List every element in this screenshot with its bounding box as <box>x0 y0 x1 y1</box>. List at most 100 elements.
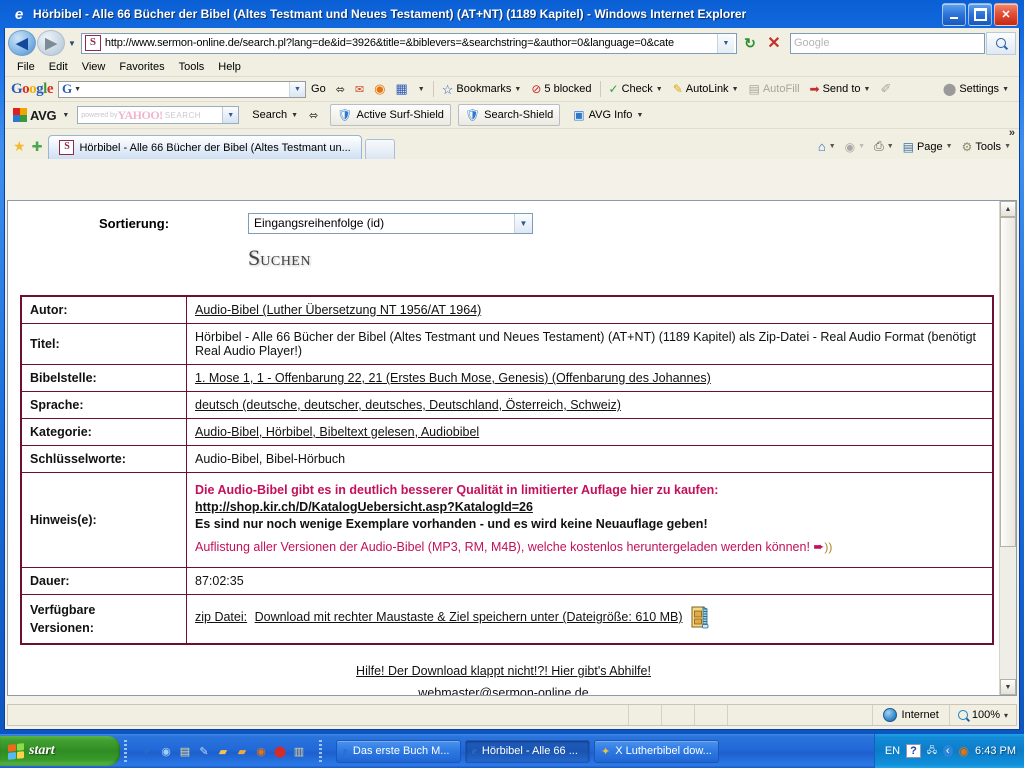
search-input[interactable]: Google <box>790 32 985 54</box>
ql-document-icon[interactable]: ▥ <box>291 743 307 759</box>
google-search-input[interactable]: G ▼ ▼ <box>58 80 307 98</box>
zoom-chevron-down-icon[interactable]: ▾ <box>1004 711 1008 720</box>
new-tab-button[interactable] <box>364 139 395 159</box>
google-apps-icon[interactable]: ▦ <box>390 78 412 100</box>
scroll-down-button[interactable]: ▼ <box>1000 679 1016 695</box>
sort-row: Sortierung: Eingangsreihenfolge (id) ▼ <box>20 209 987 237</box>
webmaster-email-link[interactable]: webmaster@sermon-online.de <box>418 686 588 696</box>
avg-tray-icon[interactable]: ◉ <box>959 744 969 758</box>
google-search-history-chevron-down-icon[interactable]: ▼ <box>289 81 306 97</box>
task-area-grip[interactable] <box>319 740 322 762</box>
show-hidden-icons-icon[interactable]: ‹ <box>942 745 953 757</box>
add-to-favorites-icon[interactable]: ✚ <box>30 139 49 159</box>
ql-folder2-icon[interactable]: ▰ <box>234 743 250 759</box>
scrollbar-thumb[interactable] <box>1000 217 1016 547</box>
favorites-center-star-icon[interactable]: ★ <box>5 138 30 159</box>
scroll-up-button[interactable]: ▲ <box>1000 201 1016 217</box>
table-row: Schlüsselworte: Audio-Bibel, Bibel-Hörbu… <box>20 445 994 473</box>
avg-surf-shield-button[interactable]: 🛡 Active Surf-Shield <box>330 104 451 126</box>
menu-file[interactable]: File <box>17 61 35 73</box>
bookmarks-label: Bookmarks <box>456 83 512 95</box>
zip-datei-label-link[interactable]: zip Datei: <box>195 610 247 624</box>
recent-pages-chevron-down-icon[interactable]: ▼ <box>68 39 76 48</box>
google-sendto-button[interactable]: ➡ Send to ▼ <box>805 78 876 100</box>
menu-view[interactable]: View <box>82 61 106 73</box>
google-firefox-icon[interactable]: ◉ <box>369 78 390 100</box>
menu-tools[interactable]: Tools <box>179 61 205 73</box>
menu-edit[interactable]: Edit <box>49 61 68 73</box>
google-search-chevron-down-icon[interactable]: ▼ <box>74 86 81 93</box>
download-link[interactable]: Download mit rechter Maustaste & Ziel sp… <box>255 610 683 624</box>
task-label: X Lutherbibel dow... <box>615 745 712 757</box>
toolbar-overflow-icon[interactable]: » <box>1009 127 1015 139</box>
security-zone[interactable]: Internet <box>871 705 949 725</box>
menu-help[interactable]: Help <box>218 61 241 73</box>
refresh-icon[interactable]: ↻ <box>739 32 761 54</box>
task-button-das-erste-buch[interactable]: e Das erste Buch M... <box>336 739 461 763</box>
ql-folder-icon[interactable]: ▰ <box>215 743 231 759</box>
help-link[interactable]: Hilfe! Der Download klappt nicht!?! Hier… <box>356 664 651 678</box>
sort-select[interactable]: Eingangsreihenfolge (id) ▼ <box>248 212 533 234</box>
back-button[interactable]: ◀ <box>8 30 36 56</box>
quick-launch-grip[interactable] <box>124 740 127 762</box>
network-tray-icon[interactable]: 🖧 <box>927 743 937 759</box>
google-spellcheck-button[interactable]: ✓ Check ▼ <box>604 78 668 100</box>
language-indicator[interactable]: EN <box>885 745 900 757</box>
google-bookmarks-button[interactable]: ☆ Bookmarks ▼ <box>437 78 527 100</box>
hinweis-shop-link[interactable]: http://shop.kir.ch/D/KatalogUebersicht.a… <box>195 500 984 514</box>
ie-icon: e <box>472 745 477 757</box>
bibelstelle-link[interactable]: 1. Mose 1, 1 - Offenbarung 22, 21 (Erste… <box>195 371 711 385</box>
google-go-button[interactable]: Go <box>306 78 331 100</box>
kategorie-link[interactable]: Audio-Bibel, Hörbibel, Bibeltext gelesen… <box>195 425 479 439</box>
ql-internet-explorer-icon[interactable]: e <box>139 743 155 759</box>
avg-search-shield-button[interactable]: 🛡 Search-Shield <box>457 104 561 126</box>
feeds-button[interactable]: ◉ ▼ <box>841 138 869 156</box>
address-dropdown-chevron-down-icon[interactable]: ▼ <box>717 33 734 53</box>
clock[interactable]: 6:43 PM <box>975 745 1016 757</box>
ql-paint-icon[interactable]: ✎ <box>196 743 212 759</box>
google-move-handle-icon[interactable]: ⬄ <box>331 78 350 100</box>
row-label-hinweis: Hinweis(e): <box>20 472 187 568</box>
minimize-button[interactable] <box>942 3 966 26</box>
home-button[interactable]: ⌂ ▼ <box>814 137 840 156</box>
google-popup-blocker-button[interactable]: ⊘ 5 blocked <box>526 78 596 100</box>
zoom-control[interactable]: 100% ▾ <box>948 705 1016 725</box>
ql-firefox-icon[interactable]: ◉ <box>253 743 269 759</box>
forward-button[interactable]: ▶ <box>37 30 65 56</box>
table-row: Titel: Hörbibel - Alle 66 Bücher der Bib… <box>20 323 994 365</box>
google-settings-button[interactable]: ⬤ Settings ▼ <box>938 78 1019 100</box>
start-button[interactable]: start <box>0 736 120 766</box>
vertical-scrollbar[interactable]: ▲ ▼ <box>999 201 1016 695</box>
hinweis-line-4-wrapper: Auflistung aller Versionen der Audio-Bib… <box>195 539 984 555</box>
google-autolink-button[interactable]: ✎ AutoLink ▼ <box>668 78 744 100</box>
autor-link[interactable]: Audio-Bibel (Luther Übersetzung NT 1956/… <box>195 303 481 317</box>
avg-yahoo-search-input[interactable]: powered by YAHOO! SEARCH ▼ <box>77 106 240 124</box>
search-submit-button[interactable]: SUCHEN <box>248 245 311 271</box>
address-bar[interactable]: S http://www.sermon-online.de/search.pl?… <box>80 32 737 54</box>
maximize-button[interactable] <box>968 3 992 26</box>
google-highlight-icon[interactable]: ✐ <box>875 78 896 100</box>
ql-opera-icon[interactable]: ⬤ <box>272 743 288 759</box>
avg-info-button[interactable]: ▣ AVG Info ▼ <box>567 105 649 125</box>
task-button-hoerbibel[interactable]: e Hörbibel - Alle 66 ... <box>465 739 590 763</box>
search-go-button[interactable] <box>986 31 1016 55</box>
print-button[interactable]: ⎙ ▼ <box>870 137 898 156</box>
yahoo-dropdown-chevron-down-icon[interactable]: ▼ <box>222 107 239 123</box>
avg-menu-chevron-down-icon[interactable]: ▼ <box>62 112 69 119</box>
ql-notes-icon[interactable]: ▤ <box>177 743 193 759</box>
avg-move-handle-icon[interactable]: ⬄ <box>304 104 323 126</box>
ql-media-player-icon[interactable]: ◉ <box>158 743 174 759</box>
sprache-link[interactable]: deutsch (deutsche, deutscher, deutsches,… <box>195 398 621 412</box>
menu-favorites[interactable]: Favorites <box>119 61 164 73</box>
google-gmail-icon[interactable]: ✉ <box>350 78 369 100</box>
help-tray-icon[interactable]: ? <box>906 744 921 758</box>
close-button[interactable]: ✕ <box>994 3 1018 26</box>
scrollbar-track[interactable] <box>1000 217 1016 679</box>
google-more-chevron-down-icon[interactable]: ▼ <box>413 78 430 100</box>
task-button-lutherbibel[interactable]: ✦ X Lutherbibel dow... <box>594 739 719 763</box>
stop-icon[interactable]: ✕ <box>763 32 785 54</box>
page-menu-button[interactable]: ▤ Page ▼ <box>899 138 957 156</box>
tools-menu-button[interactable]: ⚙ Tools ▼ <box>958 138 1015 156</box>
tab-hoerbibel[interactable]: S Hörbibel - Alle 66 Bücher der Bibel (A… <box>48 135 362 159</box>
avg-search-button[interactable]: Search ▼ <box>246 105 304 125</box>
